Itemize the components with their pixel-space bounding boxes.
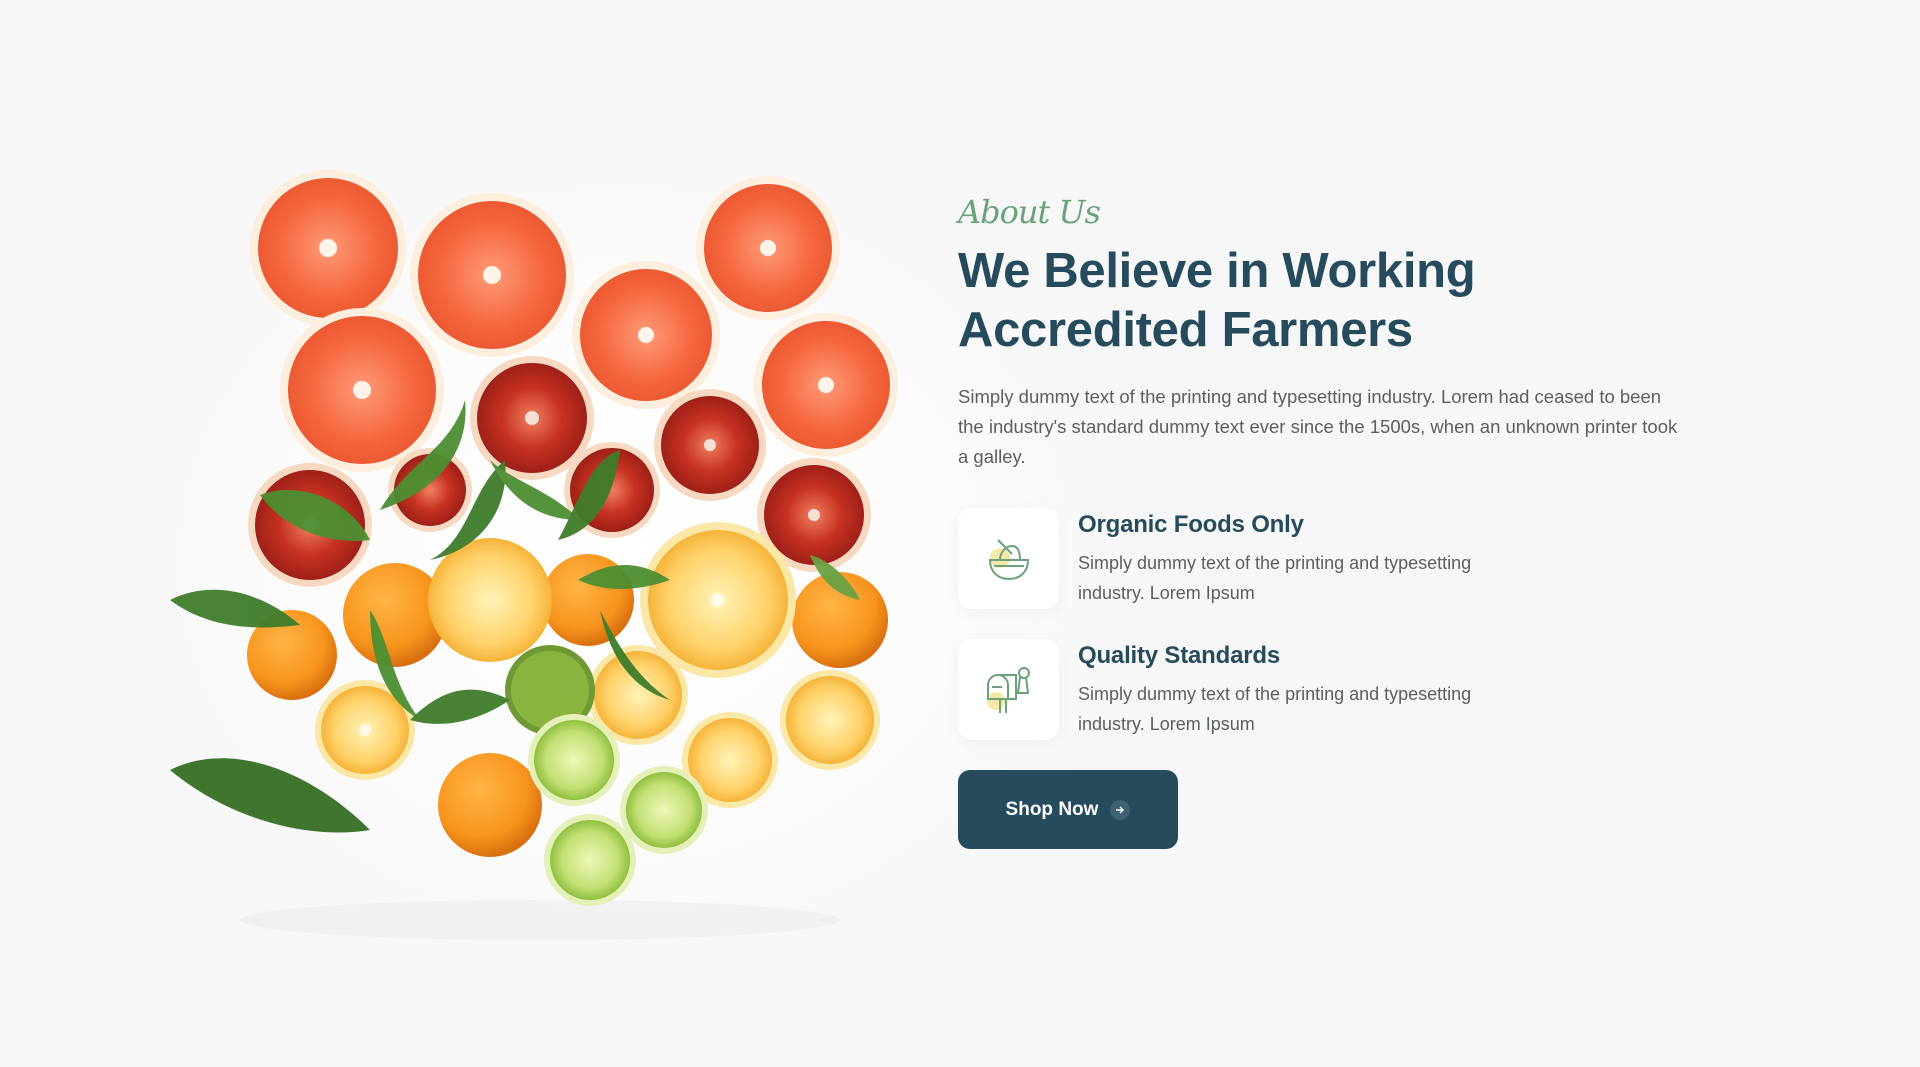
feature-icon-container [958,508,1059,609]
about-section: About Us We Believe in Working Accredite… [0,0,1920,1067]
feature-text: Organic Foods Only Simply dummy text of … [1078,508,1518,608]
feature-list: Organic Foods Only Simply dummy text of … [958,508,1678,741]
feature-title: Organic Foods Only [1078,511,1304,538]
section-eyebrow: About Us [958,193,1101,231]
about-content: About Us We Believe in Working Accredite… [958,190,1678,849]
organic-bowl-icon [988,538,1029,580]
feature-description: Simply dummy text of the printing and ty… [1078,684,1472,734]
arrow-right-icon [1110,799,1131,820]
feature-item-quality: Quality Standards Simply dummy text of t… [958,639,1678,741]
shop-now-button[interactable]: Shop Now [958,770,1178,849]
section-title: We Believe in Working Accredited Farmers [958,242,1678,360]
title-line-2: Accredited Farmers [958,303,1413,357]
shop-now-label: Shop Now [1005,798,1099,820]
citrus-fruits-image [170,170,898,940]
feature-description: Simply dummy text of the printing and ty… [1078,553,1472,603]
title-line-1: We Believe in Working [958,244,1476,298]
feature-item-organic: Organic Foods Only Simply dummy text of … [958,508,1678,610]
quality-mailbox-icon [986,666,1030,713]
feature-text: Quality Standards Simply dummy text of t… [1078,639,1518,739]
section-description: Simply dummy text of the printing and ty… [958,386,1678,467]
feature-title: Quality Standards [1078,642,1280,669]
feature-icon-container [958,639,1059,740]
